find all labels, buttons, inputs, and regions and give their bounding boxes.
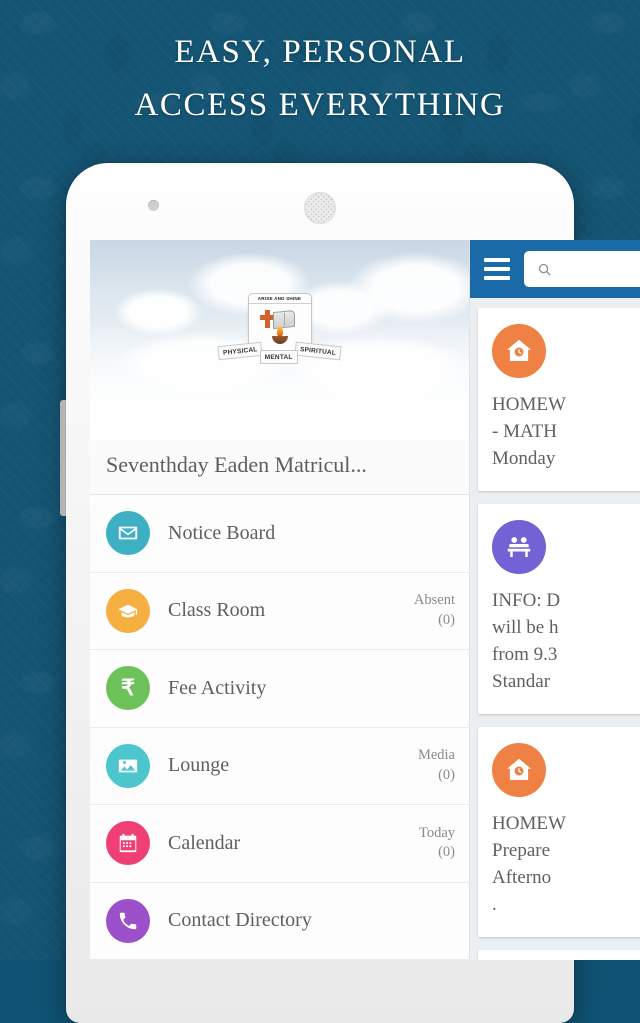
feed-card-text: HOMEW Prepare Afterno . [492, 812, 566, 915]
feed-card-homework-prepare[interactable]: HOMEW Prepare Afterno . [478, 726, 640, 937]
menu-meta-label: Absent [413, 592, 455, 609]
search-box[interactable] [524, 251, 640, 287]
menu-label: Notice Board [168, 521, 276, 544]
classroom-desk-icon [492, 519, 546, 574]
menu-meta-label: Today [418, 824, 455, 841]
menu-item-calendar[interactable]: Calendar Today (0) [90, 805, 469, 883]
feed-card-info[interactable]: INFO: D will be h from 9.3 Standar [478, 503, 640, 714]
rupee-icon: ₹ [106, 666, 150, 711]
image-icon [106, 743, 150, 788]
hamburger-menu-icon[interactable] [484, 258, 510, 280]
cards-feed: HOMEW - MATH Monday INFO: D will be h fr… [470, 298, 640, 960]
menu-item-contact-directory[interactable]: Contact Directory [90, 882, 469, 960]
search-input[interactable] [562, 260, 640, 278]
menu-label: Calendar [168, 831, 241, 854]
menu-item-notice-board[interactable]: Notice Board [90, 495, 469, 573]
school-hero-banner: ARISE AND SHINE PHYSICAL MENTAL SPIRITUA… [90, 240, 469, 440]
cross-icon [259, 310, 275, 328]
phone-icon [106, 898, 150, 943]
headline-line-2: ACCESS EVERYTHING [134, 87, 506, 124]
crest-banners: PHYSICAL MENTAL SPIRITUAL [200, 340, 360, 364]
app-main-column: ARISE AND SHINE PHYSICAL MENTAL SPIRITUA… [90, 240, 470, 960]
banner-mental: MENTAL [259, 350, 298, 364]
homework-house-icon [492, 324, 546, 378]
headline-line-1: EASY, PERSONAL [174, 34, 466, 70]
menu-label: Class Room [168, 599, 266, 622]
menu-label: Lounge [168, 754, 230, 777]
menu-item-fee-activity[interactable]: ₹ Fee Activity [90, 650, 469, 728]
menu-meta-label: Media [417, 747, 455, 764]
banner-physical: PHYSICAL [217, 341, 264, 361]
homework-house-icon [492, 742, 546, 797]
menu-label: Fee Activity [168, 676, 267, 699]
feed-card-next-partial[interactable] [478, 949, 640, 960]
graduation-cap-icon [106, 588, 150, 633]
speaker-grille-icon [304, 192, 336, 224]
menu-label: Contact Directory [168, 909, 312, 932]
menu-meta: Today (0) [419, 824, 455, 863]
feed-card-homework-math[interactable]: HOMEW - MATH Monday [478, 308, 640, 491]
page-headline: EASY, PERSONAL ACCESS EVERYTHING [0, 26, 640, 133]
menu-meta-count: (0) [438, 766, 455, 783]
menu-item-lounge[interactable]: Lounge Media (0) [90, 727, 469, 805]
feed-card-text: INFO: D will be h from 9.3 Standar [492, 589, 561, 692]
app-feed-column: HOMEW - MATH Monday INFO: D will be h fr… [470, 240, 640, 960]
menu-meta-count: (0) [438, 844, 455, 861]
search-icon [538, 263, 551, 276]
camera-icon [148, 200, 159, 211]
menu-meta: Media (0) [418, 746, 455, 785]
open-book-icon [272, 309, 295, 329]
app-bar [470, 240, 640, 298]
phone-screen: ARISE AND SHINE PHYSICAL MENTAL SPIRITUA… [90, 240, 640, 960]
menu-item-class-room[interactable]: Class Room Absent (0) [90, 572, 469, 650]
menu-meta-count: (0) [438, 611, 455, 628]
menu-meta: Absent (0) [414, 591, 455, 630]
main-menu-list: Notice Board Class Room Absent (0) ₹ Fee… [90, 495, 469, 960]
banner-spiritual: SPIRITUAL [293, 341, 342, 361]
school-name-title: Seventhday Eaden Matricul... [90, 440, 469, 495]
feed-card-text: HOMEW - MATH Monday [492, 394, 566, 469]
envelope-icon [106, 511, 150, 556]
crest-motto: ARISE AND SHINE [248, 296, 311, 304]
calendar-icon [106, 821, 150, 866]
